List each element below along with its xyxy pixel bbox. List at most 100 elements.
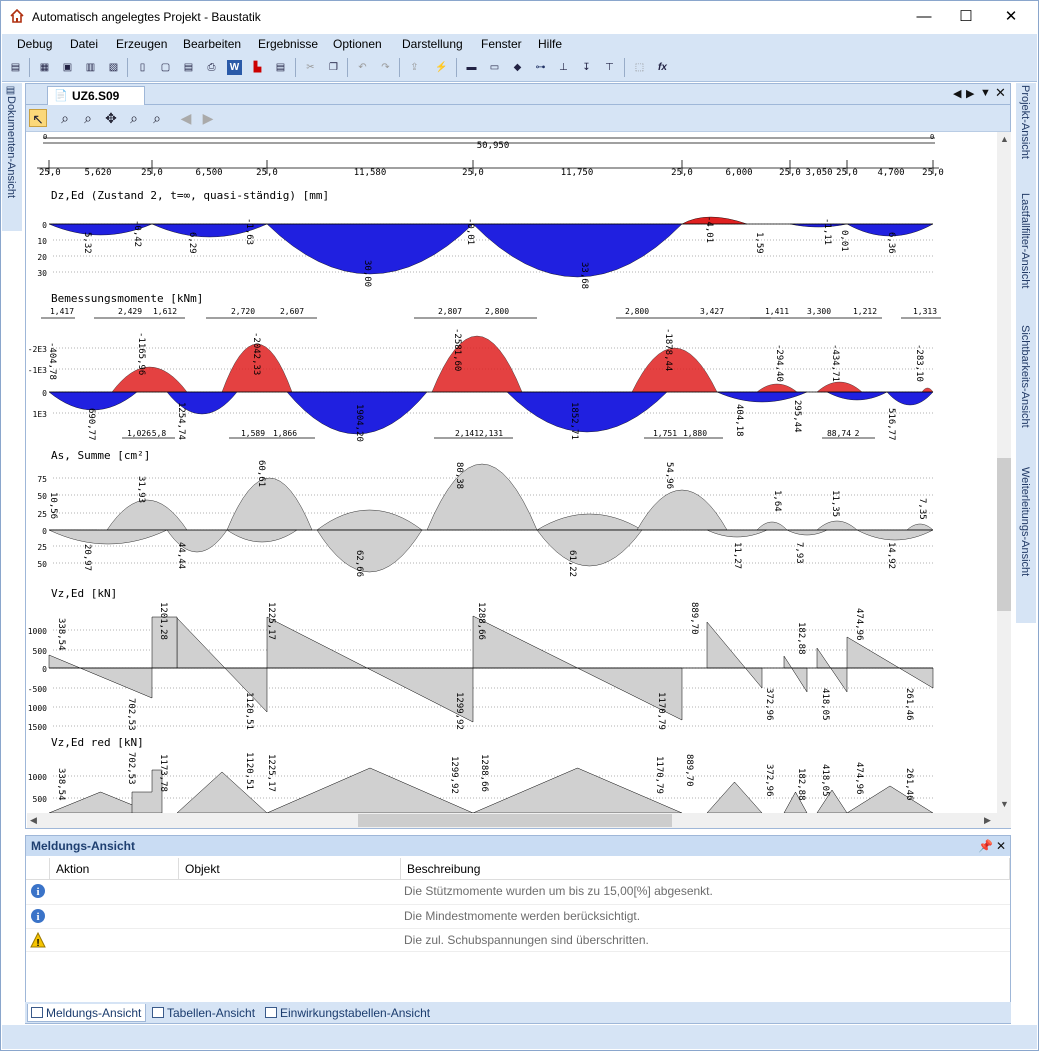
zoom-in-icon[interactable]: ⌕ — [125, 109, 143, 127]
section-icon[interactable]: ▭ — [487, 60, 502, 75]
as-area — [536, 513, 643, 531]
shear-area — [176, 617, 226, 669]
maximize-button[interactable]: ☐ — [943, 1, 989, 32]
shear-area — [48, 654, 81, 669]
tab-meldungs-ansicht[interactable]: Meldungs-Ansicht — [27, 1004, 147, 1022]
as-tick: 50 — [37, 492, 47, 501]
vz-value-label: 182,88 — [796, 622, 806, 655]
open-icon[interactable]: ▦ — [37, 60, 52, 75]
span-label: 6,500 — [195, 168, 222, 178]
tab-tabellen-ansicht[interactable]: Tabellen-Ansicht — [149, 1004, 259, 1022]
table-row[interactable]: i Die Stützmomente wurden um bis zu 15,0… — [26, 880, 1010, 904]
table-icon — [265, 1007, 277, 1018]
span-label: 3,050 — [805, 168, 832, 178]
menu-ergebnisse[interactable]: Ergebnisse — [258, 37, 318, 51]
vz-value-label: 261,46 — [904, 688, 914, 721]
cut-icon[interactable]: ✂ — [303, 60, 318, 75]
calculate-icon[interactable]: ⚡ — [434, 60, 449, 75]
redo-icon[interactable]: ↷ — [378, 60, 393, 75]
tab-uz6-s09[interactable]: 📄 UZ6.S09 — [47, 86, 145, 105]
table-row[interactable]: ! Die zul. Schubspannungen sind überschr… — [26, 928, 1010, 952]
vz-value-label: 1170,79 — [656, 692, 666, 730]
vz-value-label: 474,96 — [854, 608, 864, 641]
menu-erzeugen[interactable]: Erzeugen — [116, 37, 167, 51]
tab-dokumenten-ansicht[interactable]: ▤ Dokumenten-Ansicht — [5, 85, 20, 217]
close-tab-icon[interactable]: ✕ — [995, 85, 1006, 101]
toolbar-separator — [295, 58, 296, 77]
column-header-beschreibung[interactable]: Beschreibung — [401, 858, 1010, 880]
new-icon[interactable]: ▤ — [8, 60, 23, 75]
pan-icon[interactable]: ✥ — [102, 109, 120, 127]
shear-area — [791, 667, 808, 693]
column-header-aktion[interactable]: Aktion — [50, 858, 179, 880]
word-icon[interactable]: W — [227, 60, 242, 75]
tab-projekt-ansicht[interactable]: Projekt-Ansicht — [1019, 85, 1034, 188]
export-icon[interactable]: ▧ — [106, 60, 121, 75]
page-icon[interactable]: ▯ — [135, 60, 150, 75]
pointer-icon[interactable]: ↖ — [29, 109, 47, 127]
diagram-canvas[interactable]: 50,950 0 0 25,0 5,620 25,0 6,500 25,0 11,580 25,0… — [27, 132, 997, 813]
vz-value-label: 338,54 — [56, 618, 66, 651]
tab-einwirkungstabellen-ansicht[interactable]: Einwirkungstabellen-Ansicht — [262, 1004, 434, 1022]
scroll-left-icon[interactable]: ◀ — [953, 87, 961, 100]
print-preview-icon[interactable]: ▤ — [181, 60, 196, 75]
as-value-label: 7,93 — [794, 542, 804, 564]
scroll-right-icon[interactable]: ▶ — [984, 815, 991, 826]
moment-tick: -2E3 — [28, 345, 47, 354]
tab-weiterleitungs-ansicht[interactable]: Weiterleitungs-Ansicht — [1019, 467, 1034, 613]
transfer-icon[interactable]: ⇪ — [407, 60, 422, 75]
close-button[interactable]: ✕ — [988, 1, 1034, 32]
save-as-icon[interactable]: ▥ — [83, 60, 98, 75]
select-frame-icon[interactable]: ⬚ — [632, 60, 647, 75]
save-icon[interactable]: ▣ — [60, 60, 75, 75]
scroll-left-icon[interactable]: ◀ — [30, 815, 37, 826]
horizontal-scroll-thumb[interactable] — [358, 814, 672, 827]
point-load-icon[interactable]: ↧ — [579, 60, 594, 75]
menu-optionen[interactable]: Optionen — [333, 37, 382, 51]
menu-bearbeiten[interactable]: Bearbeiten — [183, 37, 241, 51]
menu-fenster[interactable]: Fenster — [481, 37, 522, 51]
as-value-label: 61,22 — [567, 550, 577, 577]
tab-lastfallfilter-ansicht[interactable]: Lastfallfilter-Ansicht — [1019, 193, 1034, 319]
vzred-value-label: 1120,51 — [244, 752, 254, 790]
menu-datei[interactable]: Datei — [70, 37, 98, 51]
joint-icon[interactable]: ⊶ — [533, 60, 548, 75]
menu-hilfe[interactable]: Hilfe — [538, 37, 562, 51]
shear-area — [266, 616, 368, 669]
as-area — [226, 529, 298, 543]
menu-darstellung[interactable]: Darstellung — [402, 37, 463, 51]
function-icon[interactable]: fx — [655, 60, 670, 75]
tab-sichtbarkeits-ansicht[interactable]: Sichtbarkeits-Ansicht — [1019, 325, 1034, 457]
print-icon[interactable]: ⎙ — [204, 60, 219, 75]
vertical-scrollbar[interactable]: ▲ ▼ — [997, 132, 1011, 813]
preview-icon[interactable]: ▢ — [158, 60, 173, 75]
forward-icon[interactable]: ▶ — [199, 109, 217, 127]
zoom-out-icon[interactable]: ⌕ — [148, 109, 166, 127]
support-icon[interactable]: ◆ — [510, 60, 525, 75]
copy-icon[interactable]: ❐ — [326, 60, 341, 75]
scroll-down-icon[interactable]: ▼ — [1000, 799, 1009, 809]
menu-debug[interactable]: Debug — [17, 37, 52, 51]
back-icon[interactable]: ◀ — [177, 109, 195, 127]
dimension-icon[interactable]: ⊤ — [602, 60, 617, 75]
zoom-window-icon[interactable]: ⌕ — [56, 109, 74, 127]
undo-icon[interactable]: ↶ — [355, 60, 370, 75]
vertical-scroll-thumb[interactable] — [997, 458, 1011, 611]
vz-value-label: 372,96 — [764, 688, 774, 721]
load-icon[interactable]: ⊥ — [556, 60, 571, 75]
right-dock-strip: Projekt-Ansicht Lastfallfilter-Ansicht S… — [1016, 83, 1036, 623]
scroll-up-icon[interactable]: ▲ — [1000, 134, 1009, 144]
zoom-icon[interactable]: ⌕ — [79, 109, 97, 127]
minimize-button[interactable]: — — [901, 1, 947, 32]
vzred-value-label: 261,46 — [904, 768, 914, 801]
horizontal-scrollbar[interactable]: ◀ ▶ — [27, 813, 1011, 828]
pin-icon[interactable]: 📌 — [978, 839, 993, 853]
close-panel-icon[interactable]: ✕ — [996, 839, 1006, 853]
column-header-objekt[interactable]: Objekt — [179, 858, 401, 880]
table-row[interactable]: i Die Mindestmomente werden berücksichti… — [26, 904, 1010, 928]
beam-icon[interactable]: ▬ — [464, 60, 479, 75]
dropdown-icon[interactable]: ▼ — [980, 87, 991, 99]
pdf-icon[interactable]: ▙ — [250, 60, 265, 75]
document-icon[interactable]: ▤ — [273, 60, 288, 75]
scroll-right-icon[interactable]: ▶ — [966, 87, 974, 100]
